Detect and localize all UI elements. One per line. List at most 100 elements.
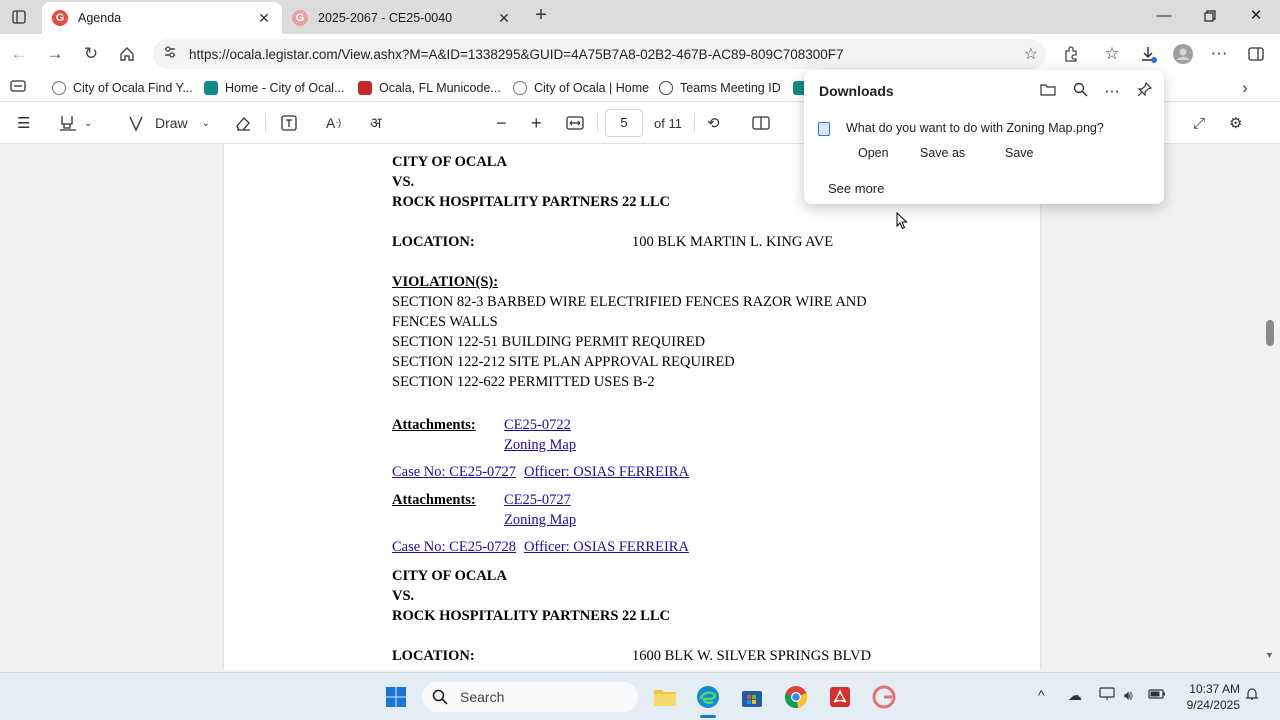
battery-icon[interactable] — [1148, 687, 1166, 703]
tab-actions-icon[interactable] — [8, 6, 30, 28]
favorite-teams-meeting-id[interactable]: Teams Meeting ID — [659, 79, 781, 97]
more-options-icon[interactable]: ⋯ — [1102, 82, 1122, 100]
attachments-row: Attachments: CE25-0727 Zoning Map — [392, 490, 952, 530]
chevron-right-icon[interactable]: › — [1234, 77, 1256, 99]
forward-icon[interactable]: → — [44, 43, 66, 65]
new-tab-icon[interactable]: + — [530, 5, 552, 27]
zoom-in-icon[interactable]: + — [531, 113, 542, 133]
profile-avatar-icon[interactable] — [1172, 43, 1194, 65]
legistar-app-icon[interactable] — [870, 683, 898, 711]
divider — [597, 114, 598, 132]
location-label: LOCATION: — [392, 234, 475, 250]
extensions-icon[interactable] — [1060, 43, 1082, 65]
system-clock[interactable]: 10:37 AM 9/24/2025 — [1178, 681, 1240, 713]
tab-case[interactable]: G 2025-2067 - CE25-0040 ✕ — [282, 2, 522, 34]
site-info-icon[interactable] — [163, 45, 177, 64]
downloads-title: Downloads — [819, 83, 894, 99]
attachment-link[interactable]: Zoning Map — [504, 435, 576, 455]
downloads-icon[interactable] — [1137, 43, 1159, 65]
refresh-icon[interactable]: ↻ — [80, 43, 102, 65]
fullscreen-icon[interactable]: ⤢ — [1193, 113, 1205, 133]
scroll-thumb[interactable] — [1266, 320, 1274, 346]
volume-icon[interactable]: 🔊︎ — [1124, 687, 1133, 704]
close-tab-icon[interactable]: ✕ — [496, 10, 512, 27]
tab-strip: G Agenda ✕ G 2025-2067 - CE25-0040 ✕ + —… — [0, 0, 1280, 34]
more-options-icon[interactable]: ⋯ — [1208, 43, 1230, 65]
image-file-icon — [818, 122, 830, 136]
eraser-icon[interactable] — [234, 113, 252, 133]
fit-to-width-icon[interactable] — [566, 113, 584, 133]
officer-link[interactable]: Officer: OSIAS FERREIRA — [524, 537, 689, 557]
favorite-star-icon[interactable]: ☆ — [1024, 44, 1038, 64]
sidebar-toggle-icon[interactable] — [1245, 43, 1267, 65]
favorite-home-city-of-ocala[interactable]: Home - City of Ocal... — [204, 79, 344, 97]
favorites-menu-icon[interactable] — [7, 76, 29, 98]
favorite-label: City of Ocala | Home — [534, 81, 650, 95]
back-icon[interactable]: ← — [8, 43, 30, 65]
microsoft-store-icon[interactable] — [738, 683, 766, 711]
attachment-link[interactable]: CE25-0722 — [504, 415, 576, 435]
zoom-out-icon[interactable]: − — [496, 113, 507, 133]
show-hidden-icons[interactable]: ^ — [1038, 687, 1045, 703]
contents-icon[interactable]: ☰ — [17, 113, 30, 133]
close-window-icon[interactable]: ✕ — [1245, 6, 1267, 28]
page-view-icon[interactable] — [752, 113, 770, 133]
location-label: LOCATION: — [392, 648, 475, 664]
highlight-icon[interactable]: ⌄ — [58, 113, 92, 133]
notifications-icon[interactable] — [1245, 687, 1259, 704]
vertical-scrollbar[interactable]: ▲ ▼ — [1265, 144, 1274, 670]
attachment-link[interactable]: Zoning Map — [504, 510, 576, 530]
chevron-down-icon[interactable]: ⌄ — [84, 118, 92, 129]
close-tab-icon[interactable]: ✕ — [256, 10, 272, 27]
search-icon[interactable] — [1070, 82, 1090, 100]
search-label: Search — [460, 689, 505, 705]
restore-icon[interactable] — [1199, 6, 1221, 28]
rotate-icon[interactable]: ⟲ — [707, 113, 720, 133]
see-more-link[interactable]: See more — [828, 181, 884, 196]
violation-line: SECTION 122-51 BUILDING PERMIT REQUIRED — [392, 334, 706, 350]
text-box-icon[interactable] — [280, 113, 298, 133]
party-respondent: ROCK HOSPITALITY PARTNERS 22 LLC — [392, 608, 670, 624]
translate-icon[interactable]: अ — [370, 113, 381, 133]
chevron-down-icon[interactable]: ⌄ — [202, 118, 210, 129]
favorite-city-of-ocala-find[interactable]: City of Ocala Find Y... — [52, 79, 193, 97]
favorite-label: Teams Meeting ID — [680, 81, 781, 95]
attachment-link[interactable]: CE25-0727 — [504, 490, 576, 510]
favorite-city-of-ocala-home[interactable]: City of Ocala | Home — [513, 79, 649, 97]
case-number-link[interactable]: Case No: CE25-0727 — [392, 462, 516, 482]
draw-button[interactable]: Draw ⌄ — [127, 113, 210, 133]
edge-browser-icon[interactable] — [694, 683, 722, 718]
onedrive-icon[interactable]: ☁ — [1068, 687, 1082, 704]
party-vs: VS. — [392, 588, 415, 604]
open-button[interactable]: Open — [846, 142, 901, 164]
officer-link[interactable]: Officer: OSIAS FERREIRA — [524, 462, 689, 482]
home-icon[interactable] — [116, 43, 138, 65]
save-as-button[interactable]: Save as — [908, 142, 977, 164]
pin-icon[interactable] — [1134, 81, 1154, 100]
file-explorer-icon[interactable] — [651, 683, 679, 711]
violation-line: SECTION 122-622 PERMITTED USES B-2 — [392, 374, 655, 390]
pdf-settings-icon[interactable]: ⚙ — [1229, 113, 1242, 133]
taskbar-search[interactable]: Search — [422, 682, 638, 712]
location-row: LOCATION: 100 BLK MARTIN L. KING AVE — [392, 232, 952, 252]
favorite-municode[interactable]: Ocala, FL Municode... — [358, 79, 501, 97]
attachments-label: Attachments: — [392, 492, 476, 508]
windows-start-icon[interactable] — [382, 683, 410, 711]
save-button[interactable]: Save — [993, 142, 1046, 164]
address-bar[interactable]: https://ocala.legistar.com/View.ashx?M=A… — [153, 39, 1046, 69]
case-number-link[interactable]: Case No: CE25-0728 — [392, 537, 516, 557]
divider — [694, 114, 695, 132]
favorites-icon[interactable]: ☆ — [1101, 43, 1123, 65]
sharepoint-icon — [204, 81, 218, 95]
minimize-icon[interactable]: — — [1153, 6, 1175, 28]
page-number-input[interactable]: 5 — [605, 109, 643, 137]
scroll-down-icon[interactable]: ▼ — [1265, 650, 1274, 660]
tab-agenda[interactable]: G Agenda ✕ — [42, 2, 282, 34]
acrobat-icon[interactable] — [826, 683, 854, 711]
url-text: https://ocala.legistar.com/View.ashx?M=A… — [189, 46, 844, 62]
network-icon[interactable] — [1099, 687, 1115, 704]
chrome-icon[interactable] — [782, 683, 810, 711]
case-row: Case No: CE25-0727 Officer: OSIAS FERREI… — [392, 462, 952, 482]
open-folder-icon[interactable] — [1038, 82, 1058, 100]
read-aloud-icon[interactable]: A ᐧ) — [326, 113, 341, 133]
